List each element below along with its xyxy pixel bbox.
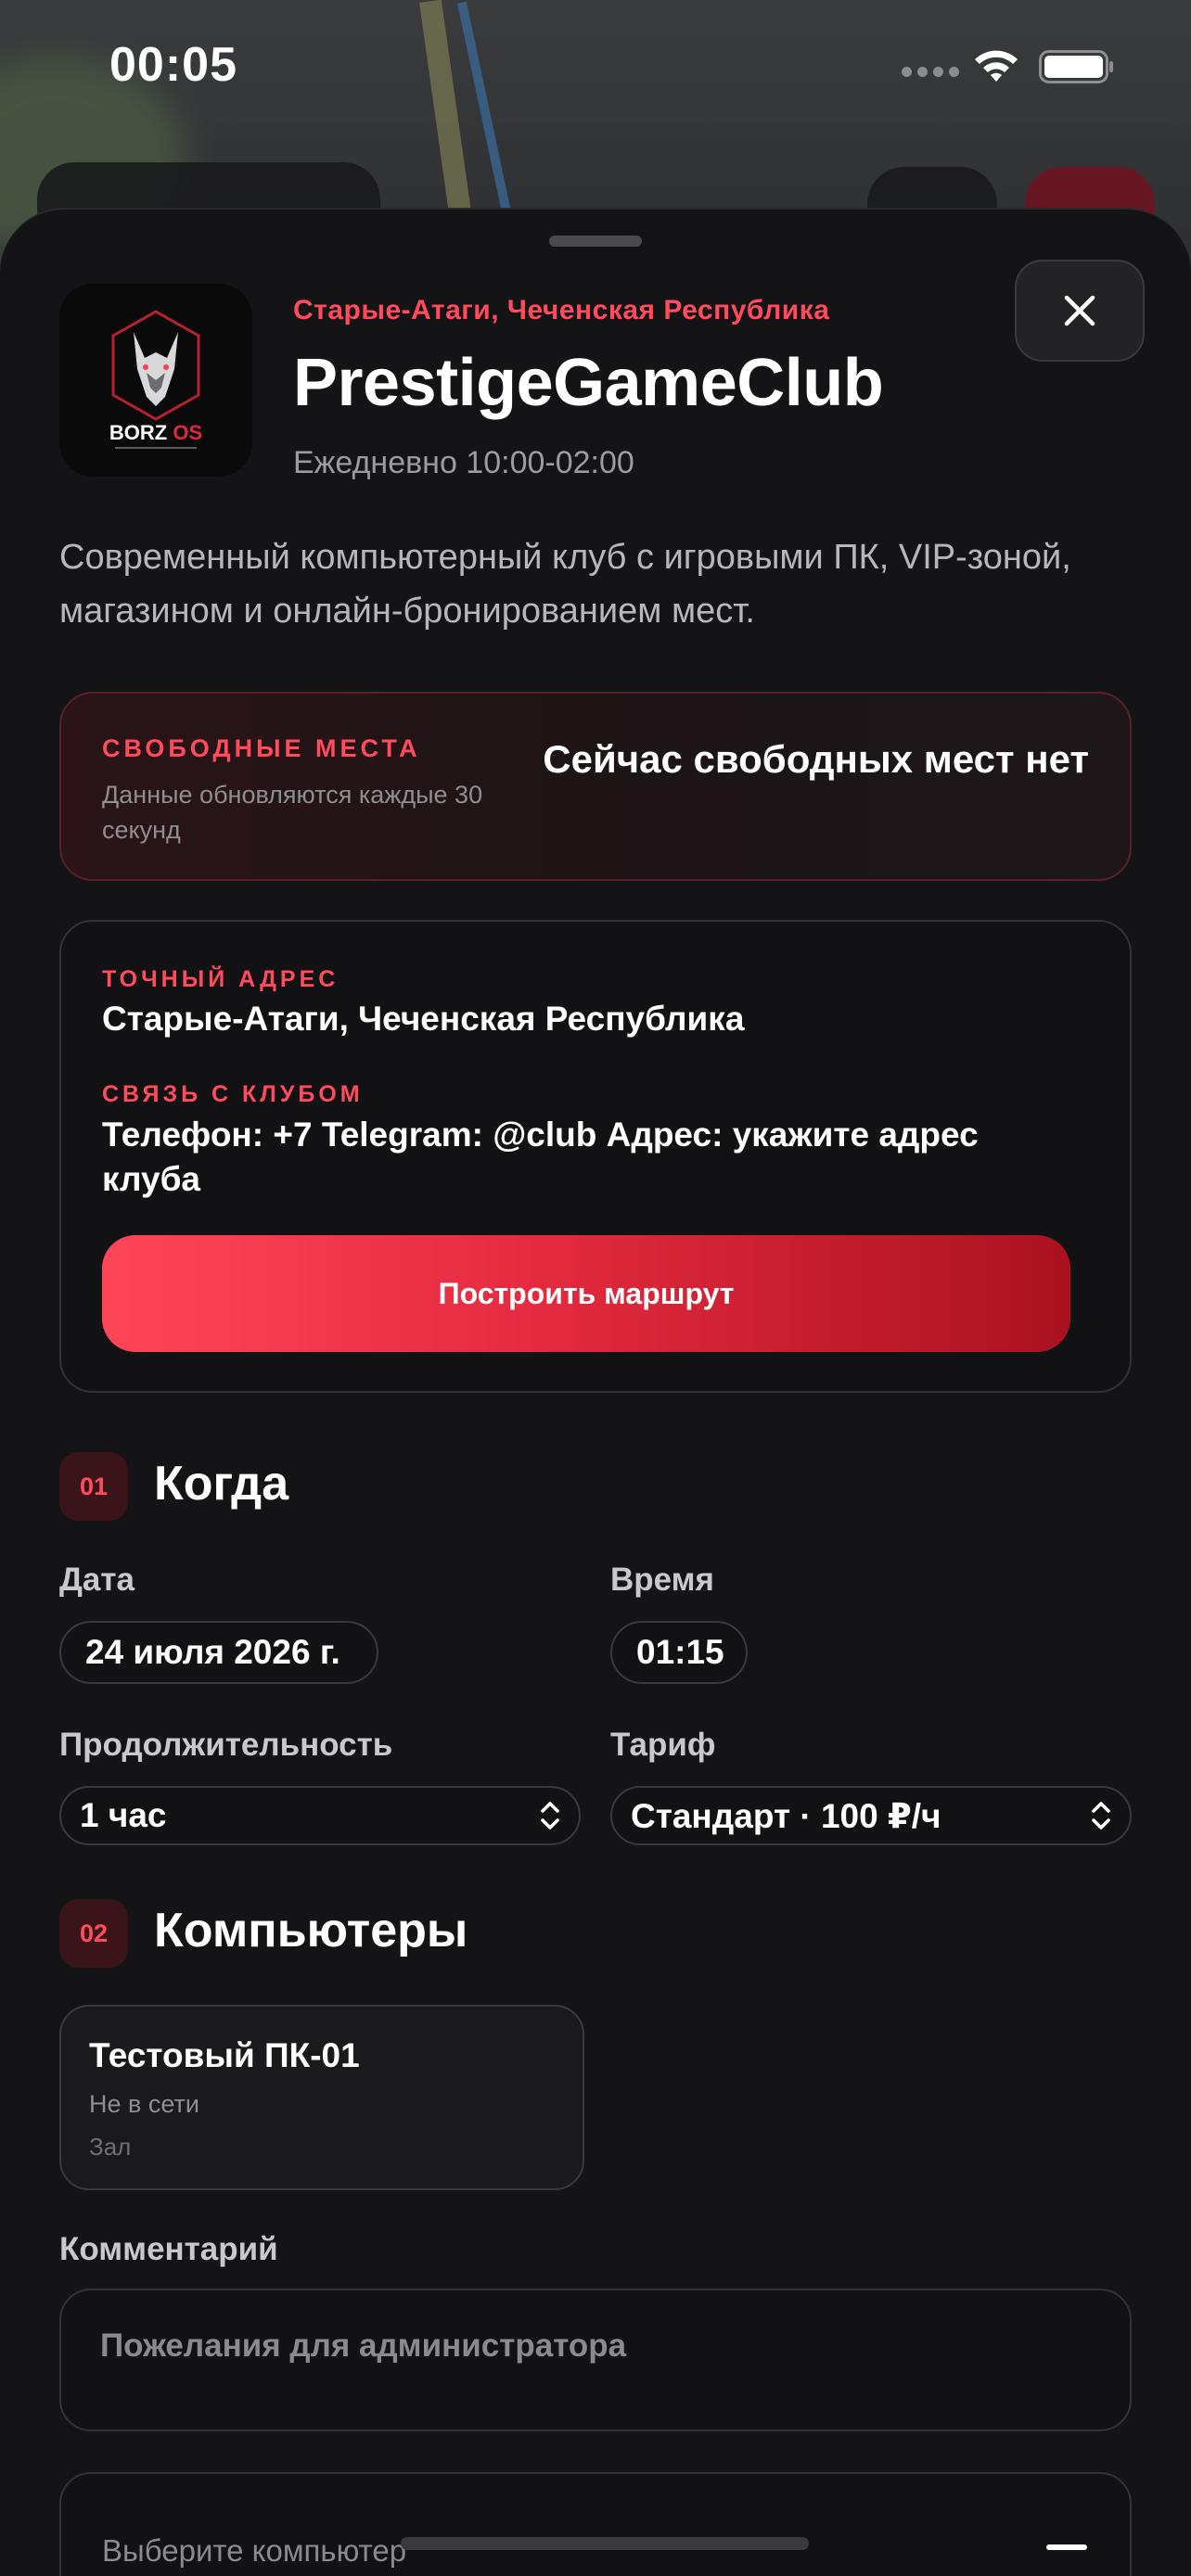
tariff-label: Тариф [610, 1727, 716, 1763]
free-seats-status: Сейчас свободных мест нет [543, 737, 1089, 781]
club-location: Старые-Атаги, Чеченская Республика [293, 295, 830, 325]
club-description: Современный компьютерный клуб с игровыми… [59, 538, 1071, 631]
contact-kicker: СВЯЗЬ С КЛУБОМ [102, 1081, 364, 1107]
cellular-signal-icon [902, 67, 959, 77]
step-badge-when: 01 [59, 1452, 128, 1521]
chevron-up-down-icon [541, 1802, 559, 1830]
computer-status: Не в сети [89, 2090, 199, 2118]
selected-computer-bar[interactable]: Выберите компьютер [59, 2472, 1132, 2576]
wolf-logo-icon: BORZ OS [59, 284, 252, 477]
club-logo: BORZ OS [59, 284, 252, 477]
home-indicator[interactable] [401, 2537, 809, 2550]
duration-value: 1 час [80, 1796, 167, 1834]
club-hours: Ежедневно 10:00-02:00 [293, 445, 634, 480]
computer-card[interactable]: Тестовый ПК-01 Не в сети Зал [59, 2005, 584, 2190]
time-picker[interactable]: 01:15 [610, 1621, 748, 1684]
date-label: Дата [59, 1562, 135, 1598]
wifi-icon [975, 50, 1018, 82]
time-label: Время [610, 1562, 714, 1598]
selected-computer-label: Выберите компьютер [102, 2533, 407, 2568]
step-badge-computers: 02 [59, 1899, 128, 1968]
chevron-up-down-icon [1092, 1802, 1110, 1830]
close-icon [1064, 295, 1095, 326]
club-info-card: ТОЧНЫЙ АДРЕС Старые-Атаги, Чеченская Рес… [59, 920, 1132, 1393]
section-title-when: Когда [154, 1457, 289, 1511]
status-bar: 00:05 [0, 0, 1191, 139]
status-time: 00:05 [109, 38, 237, 92]
close-button[interactable] [1015, 260, 1145, 362]
build-route-button[interactable]: Построить маршрут [102, 1235, 1070, 1352]
battery-icon [1039, 50, 1113, 83]
free-seats-card: СВОБОДНЫЕ МЕСТА Данные обновляются кажды… [59, 692, 1132, 881]
comment-input[interactable]: Пожелания для администратора [59, 2289, 1132, 2431]
club-detail-sheet: BORZ OS Старые-Атаги, Чеченская Республи… [0, 208, 1191, 2576]
svg-text:BORZ OS: BORZ OS [109, 421, 202, 444]
tariff-select[interactable]: Стандарт · 100 ₽/ч [610, 1786, 1132, 1845]
computer-zone: Зал [89, 2133, 132, 2161]
duration-label: Продолжительность [59, 1727, 393, 1763]
collapse-icon[interactable] [1046, 2544, 1087, 2550]
date-picker[interactable]: 24 июля 2026 г. [59, 1621, 378, 1684]
duration-select[interactable]: 1 час [59, 1786, 581, 1845]
computer-name: Тестовый ПК-01 [89, 2036, 360, 2074]
section-title-computers: Компьютеры [154, 1904, 468, 1958]
tariff-value: Стандарт · 100 ₽/ч [631, 1796, 941, 1835]
free-seats-kicker: СВОБОДНЫЕ МЕСТА [102, 734, 421, 762]
club-title: PrestigeGameClub [293, 346, 884, 420]
contact-value: Телефон: +7 Telegram: @club Адрес: укажи… [102, 1116, 979, 1198]
comment-label: Комментарий [59, 2231, 278, 2267]
sheet-grabber[interactable] [549, 236, 642, 247]
address-value: Старые-Атаги, Чеченская Республика [102, 1000, 745, 1038]
free-seats-update-note: Данные обновляются каждые 30 секунд [102, 781, 483, 844]
address-kicker: ТОЧНЫЙ АДРЕС [102, 966, 339, 992]
